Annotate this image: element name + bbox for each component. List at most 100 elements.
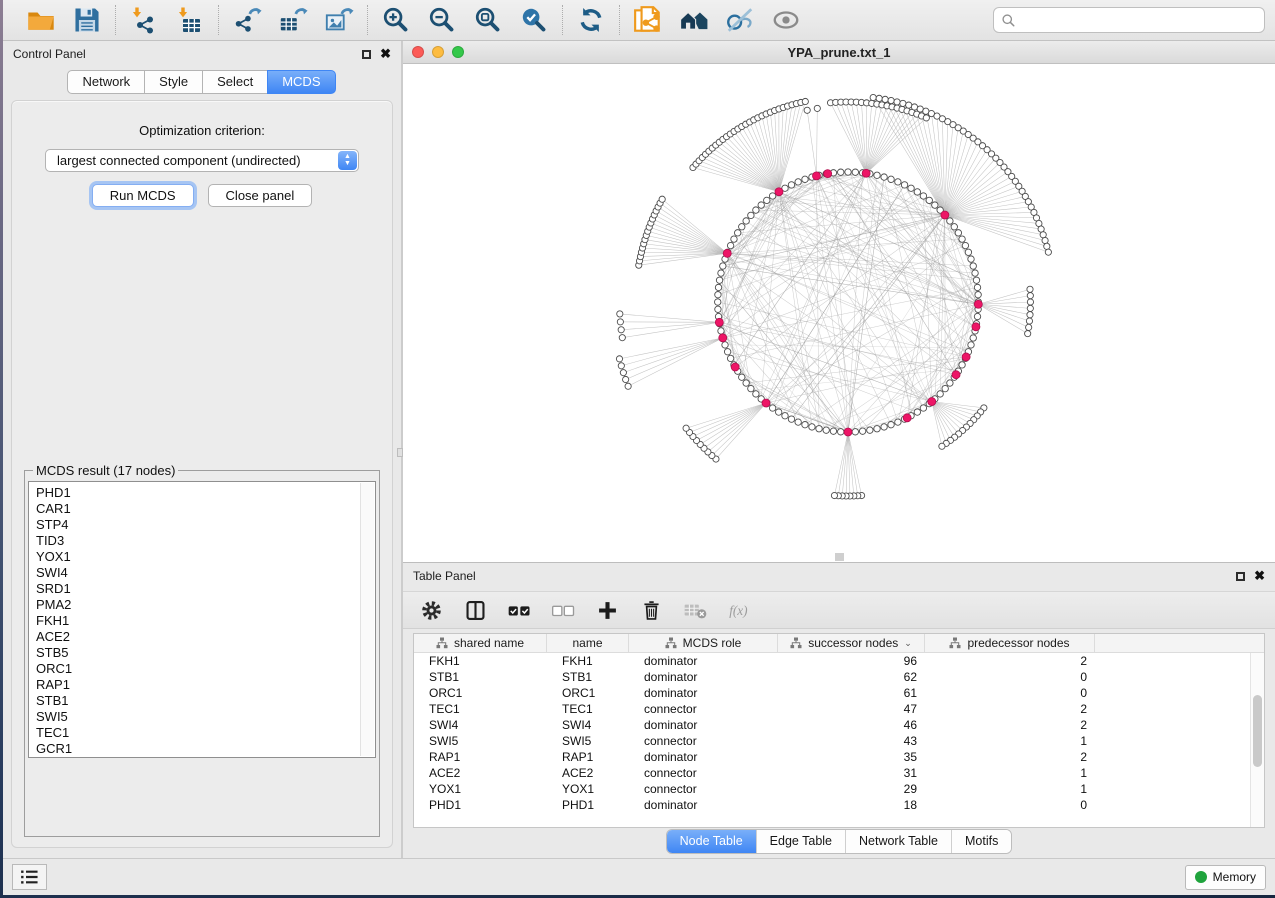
mcds-result-item[interactable]: SWI5 [36,709,375,725]
search-box[interactable] [993,7,1265,33]
open-file-button[interactable] [26,5,56,35]
table-cell: 61 [778,686,925,700]
show-columns-button[interactable] [463,599,488,622]
mcds-result-item[interactable]: STB5 [36,645,375,661]
mcds-result-list[interactable]: PHD1CAR1STP4TID3YOX1SWI4SRD1PMA2FKH1ACE2… [28,481,376,758]
table-row[interactable]: TEC1TEC1connector472 [414,701,1264,717]
table-row[interactable]: STB1STB1dominator620 [414,669,1264,685]
close-panel-icon[interactable]: ✖ [380,49,391,59]
refresh-view-button[interactable] [576,5,606,35]
mcds-result-item[interactable]: RAP1 [36,677,375,693]
network-canvas[interactable] [403,64,1275,562]
tab-motifs[interactable]: Motifs [951,830,1011,853]
mcds-result-item[interactable]: FKH1 [36,613,375,629]
create-column-button[interactable] [595,599,620,622]
close-table-panel-icon[interactable]: ✖ [1254,571,1265,581]
result-list-scrollbar[interactable] [360,483,374,756]
column-header-predecessor-nodes[interactable]: predecessor nodes [925,634,1095,652]
table-cell: PHD1 [547,798,629,812]
tab-edge-table[interactable]: Edge Table [756,830,845,853]
column-header-successor-nodes[interactable]: successor nodes⌄ [778,634,925,652]
table-header-row: shared namenameMCDS rolesuccessor nodes⌄… [414,634,1264,653]
mcds-result-item[interactable]: TID3 [36,533,375,549]
hide-annotations-button[interactable] [725,5,755,35]
column-header-shared-name[interactable]: shared name [414,634,547,652]
delete-column-button[interactable] [639,599,664,622]
mcds-result-item[interactable]: STP4 [36,517,375,533]
mcds-result-item[interactable]: PHD1 [36,485,375,501]
mcds-result-item[interactable]: GCR1 [36,741,375,757]
run-mcds-button[interactable]: Run MCDS [92,184,194,207]
table-cell: TEC1 [414,702,547,716]
import-network-button[interactable] [129,5,159,35]
minimize-window-icon[interactable] [432,46,444,58]
table-vscroll[interactable] [1250,653,1264,827]
table-row[interactable]: SWI4SWI4dominator462 [414,717,1264,733]
zoom-fit-button[interactable] [473,5,503,35]
table-panel-title: Table Panel [413,569,476,583]
share-document-button[interactable] [633,5,663,35]
table-row[interactable]: FKH1FKH1dominator962 [414,653,1264,669]
column-header-MCDS-role[interactable]: MCDS role [629,634,778,652]
main-toolbar [3,0,1275,41]
select-all-columns-button[interactable] [507,599,532,622]
panel-splitter-handle[interactable] [397,448,403,457]
table-cell: TEC1 [547,702,629,716]
mcds-result-item[interactable]: YOX1 [36,549,375,565]
save-session-button[interactable] [72,5,102,35]
show-annotations-button[interactable] [771,5,801,35]
zoom-in-button[interactable] [381,5,411,35]
table-tabs: Node TableEdge TableNetwork TableMotifs [666,829,1013,854]
deselect-all-columns-button[interactable] [551,599,576,622]
tab-network[interactable]: Network [67,70,145,94]
maximize-window-icon[interactable] [452,46,464,58]
table-cell: ACE2 [414,766,547,780]
table-cell: connector [629,734,778,748]
mcds-result-item[interactable]: TEC1 [36,725,375,741]
tab-style[interactable]: Style [144,70,203,94]
table-settings-button[interactable] [419,599,444,622]
close-panel-button[interactable]: Close panel [208,184,313,207]
mcds-result-item[interactable]: SRD1 [36,581,375,597]
close-window-icon[interactable] [412,46,424,58]
zoom-selected-button[interactable] [519,5,549,35]
table-row[interactable]: YOX1YOX1connector291 [414,781,1264,797]
tab-network-table[interactable]: Network Table [845,830,951,853]
network-window-titlebar[interactable]: YPA_prune.txt_1 [403,41,1275,64]
network-hscroll-thumb[interactable] [835,553,844,561]
memory-button[interactable]: Memory [1185,865,1266,890]
tab-mcds[interactable]: MCDS [267,70,335,94]
table-row[interactable]: RAP1RAP1dominator352 [414,749,1264,765]
mcds-result-item[interactable]: ORC1 [36,661,375,677]
import-table-button[interactable] [175,5,205,35]
network-graph[interactable] [403,64,1275,562]
zoom-out-button[interactable] [427,5,457,35]
mcds-result-item[interactable]: STB1 [36,693,375,709]
search-input[interactable] [1021,13,1257,28]
mcds-result-item[interactable]: ACE2 [36,629,375,645]
tab-select[interactable]: Select [202,70,268,94]
optimization-criterion-select[interactable]: largest connected component (undirected)… [45,149,359,172]
table-row[interactable]: SWI5SWI5connector431 [414,733,1264,749]
export-network-button[interactable] [232,5,262,35]
float-table-panel-icon[interactable] [1236,572,1245,581]
table-cell: dominator [629,798,778,812]
column-header-name[interactable]: name [547,634,629,652]
tab-node-table[interactable]: Node Table [667,830,756,853]
mcds-result-item[interactable]: PMA2 [36,597,375,613]
export-image-button[interactable] [324,5,354,35]
optimization-criterion-label: Optimization criterion: [24,123,380,138]
mcds-result-item[interactable]: CAR1 [36,501,375,517]
table-row[interactable]: ORC1ORC1dominator610 [414,685,1264,701]
mcds-result-item[interactable]: SWI4 [36,565,375,581]
export-table-button[interactable] [278,5,308,35]
table-row[interactable]: PHD1PHD1dominator180 [414,797,1264,813]
table-cell: 1 [925,782,1095,796]
control-panel: Control Panel ✖ NetworkStyleSelectMCDS O… [3,41,403,858]
table-cell: ORC1 [414,686,547,700]
show-panels-button[interactable] [12,864,47,890]
table-row[interactable]: ACE2ACE2connector311 [414,765,1264,781]
network-overview-button[interactable] [679,5,709,35]
table-vscroll-thumb[interactable] [1253,695,1262,767]
float-panel-icon[interactable] [362,50,371,59]
